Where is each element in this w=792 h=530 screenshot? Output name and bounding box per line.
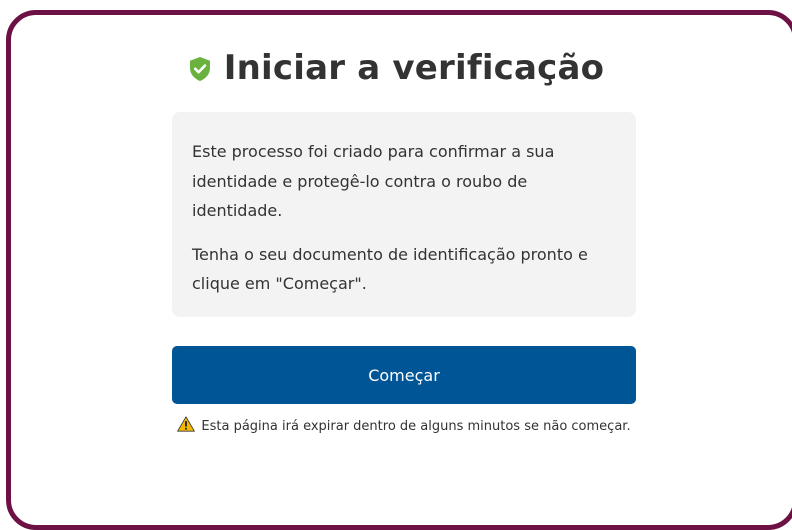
info-paragraph-purpose: Este processo foi criado para confirmar …: [192, 142, 555, 220]
shield-check-icon: [188, 56, 212, 82]
expiry-warning-text: Esta página irá expirar dentro de alguns…: [201, 419, 631, 434]
page-title: Iniciar a verificação: [223, 48, 605, 88]
info-paragraph-instructions: Tenha o seu documento de identificação p…: [192, 244, 588, 294]
info-box: Este processo foi criado para confirmar …: [172, 112, 636, 317]
page-header: Iniciar a verificação: [0, 40, 792, 96]
start-button[interactable]: Começar: [172, 346, 636, 404]
warning-triangle-icon: [177, 416, 196, 432]
expiry-warning: Esta página irá expirar dentro de alguns…: [172, 416, 636, 438]
